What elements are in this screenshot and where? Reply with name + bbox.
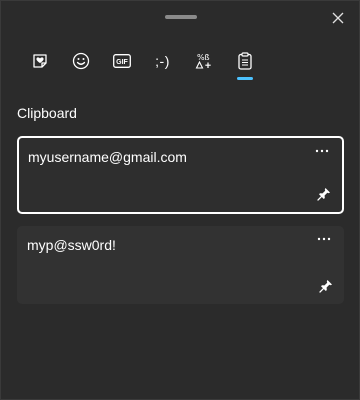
tab-selected-indicator <box>236 77 253 80</box>
svg-text:ß: ß <box>204 53 209 62</box>
more-icon <box>317 237 331 241</box>
tab-symbols[interactable]: % ß <box>183 45 224 77</box>
tab-bar: GIF ;-) % ß <box>19 45 265 80</box>
pin-button[interactable] <box>316 186 332 202</box>
section-title: Clipboard <box>17 105 77 121</box>
pin-icon <box>319 280 332 293</box>
clipboard-icon <box>237 52 252 70</box>
tab-clipboard[interactable] <box>224 45 265 80</box>
kaomoji-icon: ;-) <box>155 53 170 69</box>
clipboard-item-text: myusername@gmail.com <box>28 149 187 165</box>
symbols-icon: % ß <box>195 53 211 69</box>
close-button[interactable] <box>327 7 349 29</box>
more-options-button[interactable] <box>312 143 332 159</box>
gif-label: GIF <box>116 59 128 66</box>
pin-button[interactable] <box>318 278 334 294</box>
pin-icon <box>317 188 330 201</box>
clipboard-item-text: myp@ssw0rd! <box>27 237 116 253</box>
close-icon <box>332 12 344 24</box>
smiley-icon <box>72 52 89 70</box>
heart-sticker-icon <box>32 54 47 68</box>
clipboard-item[interactable]: myusername@gmail.com <box>17 136 344 214</box>
more-options-button[interactable] <box>314 231 334 247</box>
tab-stickers[interactable] <box>19 45 60 77</box>
emoji-clipboard-panel: GIF ;-) % ß Clipboard myusername@gmail.c… <box>0 0 360 400</box>
tab-gif[interactable]: GIF <box>101 45 142 77</box>
gif-icon: GIF <box>112 54 131 68</box>
drag-handle[interactable] <box>165 15 197 19</box>
tab-kaomoji[interactable]: ;-) <box>142 45 183 77</box>
more-icon <box>315 149 329 153</box>
clipboard-item[interactable]: myp@ssw0rd! <box>17 226 344 304</box>
tab-emoji[interactable] <box>60 45 101 77</box>
